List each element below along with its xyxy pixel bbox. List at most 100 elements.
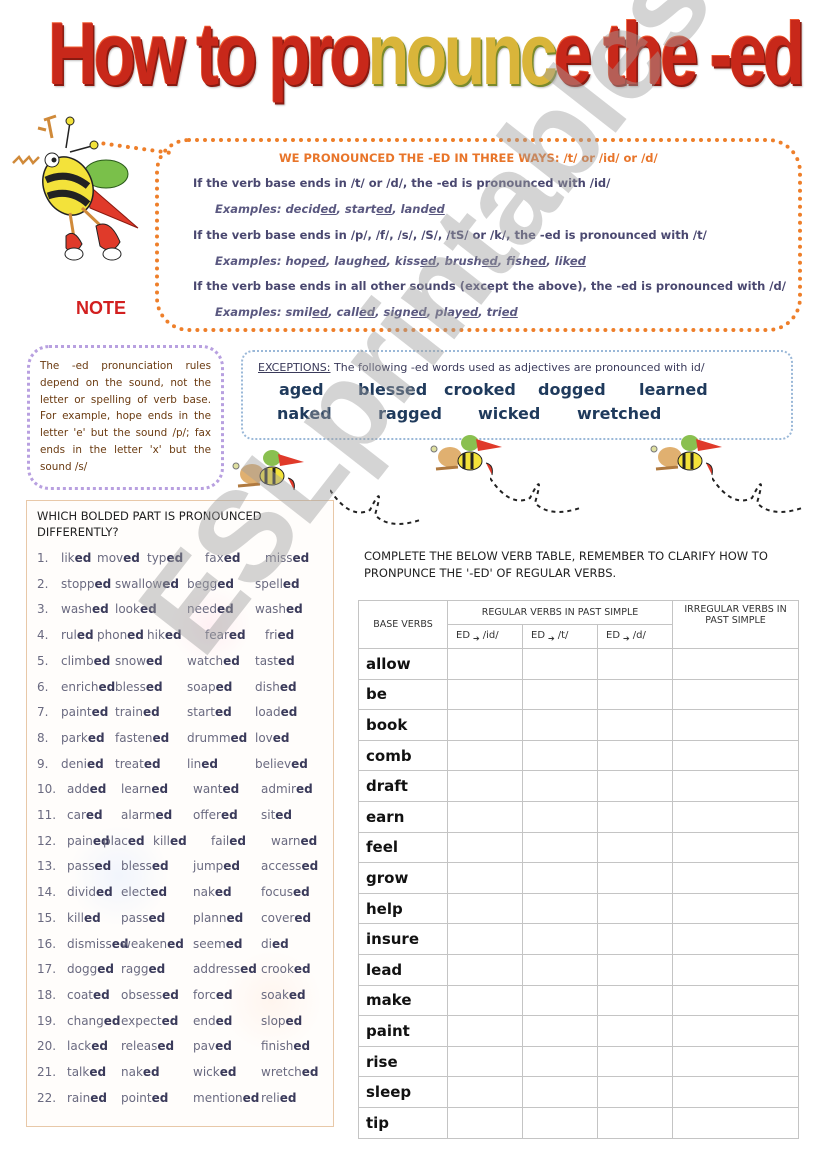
answer-irregular-cell[interactable] [672,892,800,925]
answer-d-cell[interactable] [596,862,674,894]
answer-t-cell[interactable] [522,709,598,741]
quiz-word: trained [115,705,160,720]
answer-id-cell[interactable] [447,800,523,833]
answer-d-cell[interactable] [596,709,674,741]
answer-t-cell[interactable] [522,1015,598,1047]
base-verb-cell: insure [358,923,448,955]
quiz-word: expected [121,1013,179,1028]
quiz-word: seemed [193,936,243,951]
answer-d-cell[interactable] [596,1045,674,1078]
quiz-word: addressed [193,962,257,977]
table-row: tip [358,1106,800,1139]
answer-id-cell[interactable] [447,984,523,1017]
answer-irregular-cell[interactable] [672,709,800,741]
answer-id-cell[interactable] [447,709,523,741]
answer-irregular-cell[interactable] [672,739,800,772]
answer-irregular-cell[interactable] [672,984,800,1017]
answer-d-cell[interactable] [596,1076,674,1108]
answer-d-cell[interactable] [596,770,674,802]
base-verb-cell: paint [358,1015,448,1047]
quiz-number: 17. [37,962,57,977]
answer-id-cell[interactable] [447,953,523,986]
answer-id-cell[interactable] [447,739,523,772]
answer-irregular-cell[interactable] [672,923,800,955]
answer-d-cell[interactable] [596,1015,674,1047]
answer-t-cell[interactable] [522,800,598,833]
answer-d-cell[interactable] [596,984,674,1017]
answer-irregular-cell[interactable] [672,1045,800,1078]
answer-id-cell[interactable] [447,1045,523,1078]
answer-d-cell[interactable] [596,923,674,955]
base-verb-cell: make [358,984,448,1017]
quiz-word: finished [261,1039,311,1054]
answer-id-cell[interactable] [447,923,523,955]
answer-d-cell[interactable] [596,831,674,864]
example-word: tried [486,305,518,319]
answer-t-cell[interactable] [522,1045,598,1078]
answer-t-cell[interactable] [522,678,598,711]
answer-irregular-cell[interactable] [672,800,800,833]
answer-t-cell[interactable] [522,923,598,955]
answer-t-cell[interactable] [522,831,598,864]
answer-id-cell[interactable] [447,892,523,925]
answer-d-cell[interactable] [596,648,674,680]
answer-t-cell[interactable] [522,1076,598,1108]
example-word: liked [554,254,586,268]
answer-irregular-cell[interactable] [672,1076,800,1108]
answer-id-cell[interactable] [447,862,523,894]
answer-t-cell[interactable] [522,862,598,894]
quiz-word: placed [103,833,145,848]
quiz-word: covered [261,910,312,925]
arrow-icon: ➔ [473,634,480,643]
answer-d-cell[interactable] [596,800,674,833]
answer-t-cell[interactable] [522,984,598,1017]
quiz-word: admired [261,782,313,797]
quiz-word: dished [255,679,297,694]
answer-irregular-cell[interactable] [672,1015,800,1047]
answer-irregular-cell[interactable] [672,770,800,802]
answer-irregular-cell[interactable] [672,953,800,986]
answer-d-cell[interactable] [596,892,674,925]
quiz-word: liked [61,551,92,565]
table-row: allow [358,648,800,680]
answer-id-cell[interactable] [447,648,523,680]
table-row: comb [358,739,800,772]
answer-d-cell[interactable] [596,739,674,772]
answer-d-cell[interactable] [596,678,674,711]
answer-irregular-cell[interactable] [672,831,800,864]
quiz-number: 18. [37,987,57,1002]
quiz-word: divided [67,885,113,900]
page-title: How to pronounce the -ed [48,4,805,104]
quiz-number: 15. [37,910,57,925]
quiz-word: ended [193,1013,233,1028]
answer-id-cell[interactable] [447,678,523,711]
answer-irregular-cell[interactable] [672,678,800,711]
answer-d-cell[interactable] [596,1106,674,1139]
answer-id-cell[interactable] [447,1076,523,1108]
quiz-word: faxed [205,551,241,565]
quiz-word: added [67,782,107,797]
base-verb-cell: book [358,709,448,741]
answer-t-cell[interactable] [522,739,598,772]
answer-d-cell[interactable] [596,953,674,986]
arrow-icon: ➔ [548,634,555,643]
answer-irregular-cell[interactable] [672,862,800,894]
quiz-word: started [187,705,232,720]
answer-t-cell[interactable] [522,1106,598,1139]
rule-id: If the verb base ends in /t/ or /d/, the… [193,176,611,190]
answer-id-cell[interactable] [447,831,523,864]
answer-t-cell[interactable] [522,892,598,925]
answer-irregular-cell[interactable] [672,648,800,680]
example-word: smiled, [285,305,337,319]
answer-t-cell[interactable] [522,648,598,680]
answer-id-cell[interactable] [447,1015,523,1047]
exception-word: naked [277,404,332,423]
quiz-word: looked [115,602,157,617]
answer-irregular-cell[interactable] [672,1106,800,1139]
rule-t: If the verb base ends in /p/, /f/, /s/, … [193,228,707,242]
answer-id-cell[interactable] [447,1106,523,1139]
answer-t-cell[interactable] [522,953,598,986]
base-verb-cell: be [358,678,448,711]
answer-id-cell[interactable] [447,770,523,802]
answer-t-cell[interactable] [522,770,598,802]
